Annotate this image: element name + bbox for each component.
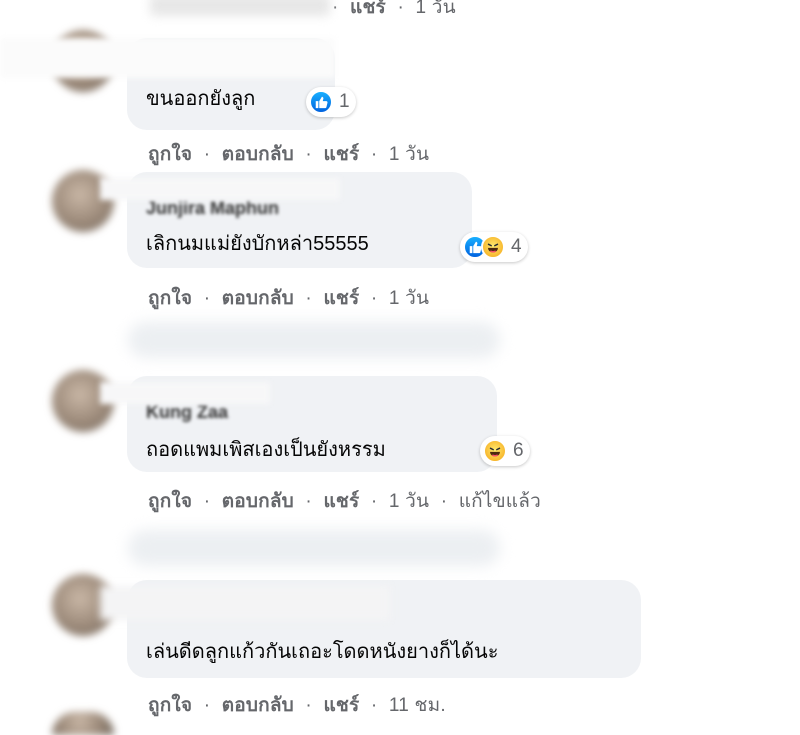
reaction-count: 6 (513, 440, 524, 461)
timestamp[interactable]: 1 วัน (389, 288, 429, 309)
timestamp[interactable]: 1 วัน (389, 491, 429, 512)
comment-actions: ถูกใจ · ตอบกลับ · แชร์ · 1 วัน · แก้ไขแล… (148, 486, 541, 516)
haha-reaction-icon (481, 235, 505, 259)
haha-reaction-icon (483, 439, 507, 463)
meta-separator: · (203, 144, 211, 165)
reaction-count: 1 (339, 91, 350, 112)
privacy-mask (100, 586, 390, 620)
blurred-reply-row (128, 322, 500, 358)
avatar[interactable] (52, 712, 114, 735)
blurred-text (150, 0, 330, 16)
privacy-mask (0, 38, 335, 78)
share-link[interactable]: แชร์ (323, 144, 359, 165)
meta-separator: · (203, 288, 211, 309)
meta-separator: · (203, 491, 211, 512)
meta-separator: · (370, 144, 378, 165)
share-link[interactable]: แชร์ (323, 491, 359, 512)
comment-text: เลิกนมแม่ยังบักหล่า55555 (146, 233, 369, 255)
meta-separator: · (397, 0, 404, 18)
blurred-reply-row (128, 530, 500, 566)
timestamp[interactable]: 1 วัน (415, 0, 455, 18)
comment-text: ขนออกยังลูก (146, 88, 256, 110)
timestamp[interactable]: 1 วัน (389, 144, 429, 165)
meta-separator: · (305, 144, 312, 165)
timestamp[interactable]: 11 ชม. (389, 695, 446, 716)
reaction-summary[interactable]: 1 (306, 87, 356, 117)
like-link[interactable]: ถูกใจ (148, 491, 192, 512)
like-link[interactable]: ถูกใจ (148, 144, 192, 165)
comment-text: ถอดแพมเพิสเองเป็นยังหรรม (146, 439, 386, 461)
meta-separator: · (370, 491, 378, 512)
share-link[interactable]: แชร์ (323, 695, 359, 716)
meta-separator: · (305, 695, 312, 716)
top-partial-meta: · แชร์ · 1 วัน (332, 0, 456, 22)
meta-separator: · (305, 491, 312, 512)
meta-separator: · (370, 288, 378, 309)
edited-label[interactable]: แก้ไขแล้ว (459, 491, 541, 512)
like-reaction-icon (309, 90, 333, 114)
meta-separator: · (332, 0, 339, 18)
meta-separator: · (440, 491, 448, 512)
comment-actions: ถูกใจ · ตอบกลับ · แชร์ · 1 วัน (148, 283, 429, 313)
meta-separator: · (203, 695, 211, 716)
like-link[interactable]: ถูกใจ (148, 288, 192, 309)
reply-link[interactable]: ตอบกลับ (222, 491, 294, 512)
privacy-mask (100, 178, 340, 200)
comment-text: เล่นดีดลูกแก้วกันเถอะโดดหนังยางก็ได้นะ (146, 641, 499, 663)
comment-actions: ถูกใจ · ตอบกลับ · แชร์ · 11 ชม. (148, 690, 446, 720)
reaction-summary[interactable]: 4 (460, 232, 528, 262)
share-link[interactable]: แชร์ (350, 0, 386, 18)
meta-separator: · (305, 288, 312, 309)
like-link[interactable]: ถูกใจ (148, 695, 192, 716)
reaction-summary[interactable]: 6 (480, 436, 530, 466)
share-link[interactable]: แชร์ (323, 288, 359, 309)
reply-link[interactable]: ตอบกลับ (222, 144, 294, 165)
reply-link[interactable]: ตอบกลับ (222, 695, 294, 716)
reply-link[interactable]: ตอบกลับ (222, 288, 294, 309)
reaction-count: 4 (511, 236, 522, 257)
comment-actions: ถูกใจ · ตอบกลับ · แชร์ · 1 วัน (148, 139, 429, 169)
meta-separator: · (370, 695, 378, 716)
privacy-mask (100, 382, 270, 404)
